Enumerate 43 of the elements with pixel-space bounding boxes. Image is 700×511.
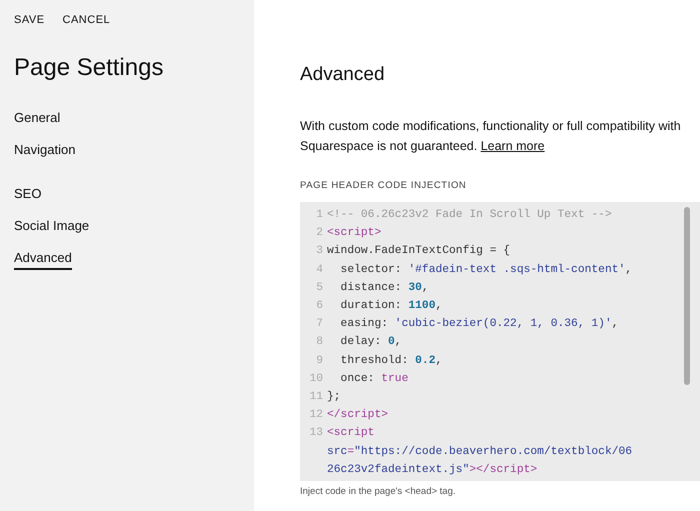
code-line: threshold: 0.2, bbox=[340, 354, 442, 369]
code-line: }; bbox=[327, 390, 341, 406]
code-line: </script> bbox=[327, 408, 388, 424]
header-action-button[interactable]: SAVE bbox=[14, 14, 45, 26]
code-line: duration: 1100, bbox=[340, 298, 442, 314]
sidebar-item[interactable]: SEO bbox=[14, 186, 42, 206]
line-number: 3 bbox=[316, 245, 323, 258]
description-text: With custom code modifications, functionality or full compatibility with Squarespace is not guaranteed. Learn more bbox=[300, 118, 682, 155]
line-number: 10 bbox=[309, 372, 323, 385]
line-number: 13 bbox=[309, 427, 323, 440]
code-injection-label: PAGE HEADER CODE INJECTION bbox=[300, 180, 468, 191]
page-settings-title: Page Settings bbox=[14, 54, 164, 82]
sidebar-item[interactable]: Social Image bbox=[14, 218, 90, 238]
line-number: 5 bbox=[316, 282, 323, 294]
learn-more-link[interactable]: Learn more bbox=[480, 139, 545, 153]
panel-title: Advanced bbox=[300, 64, 386, 86]
line-number: 12 bbox=[309, 409, 323, 422]
line-number: 8 bbox=[316, 336, 323, 348]
code-line: delay: 0, bbox=[340, 334, 402, 350]
scrollbar[interactable] bbox=[684, 207, 690, 385]
code-line: easing: 'cubic-bezier(0.22, 1, 0.36, 1)', bbox=[340, 316, 619, 332]
code-line: <script bbox=[327, 426, 374, 442]
sidebar-item[interactable]: Navigation bbox=[14, 142, 76, 162]
line-number: 6 bbox=[316, 300, 323, 312]
code-line: distance: 30, bbox=[340, 280, 429, 296]
line-number: 11 bbox=[309, 391, 323, 404]
line-number: 9 bbox=[316, 354, 323, 367]
line-number: 1 bbox=[316, 209, 323, 221]
code-editor[interactable] bbox=[300, 202, 700, 482]
code-line: selector: '#fadein-text .sqs-html-content', bbox=[340, 262, 632, 278]
sidebar-item[interactable]: Advanced bbox=[14, 250, 72, 270]
header-action-button[interactable]: CANCEL bbox=[62, 14, 110, 26]
code-line: src="https://code.beaverhero.com/textblock/06 bbox=[327, 444, 632, 460]
line-number: 7 bbox=[316, 318, 323, 330]
code-line: <!-- 06.26c23v2 Fade In Scroll Up Text --> bbox=[327, 208, 612, 223]
line-number: 2 bbox=[316, 227, 323, 240]
line-number: 4 bbox=[316, 264, 323, 276]
sidebar-item[interactable]: General bbox=[14, 110, 60, 130]
code-line: window.FadeInTextConfig = { bbox=[327, 244, 510, 260]
code-line: once: true bbox=[340, 372, 408, 387]
code-line: <script> bbox=[327, 226, 382, 242]
help-text: Inject code in the page's <head> tag. bbox=[300, 486, 457, 498]
code-line: 26c23v2fadeintext.js"></script> bbox=[327, 462, 538, 478]
